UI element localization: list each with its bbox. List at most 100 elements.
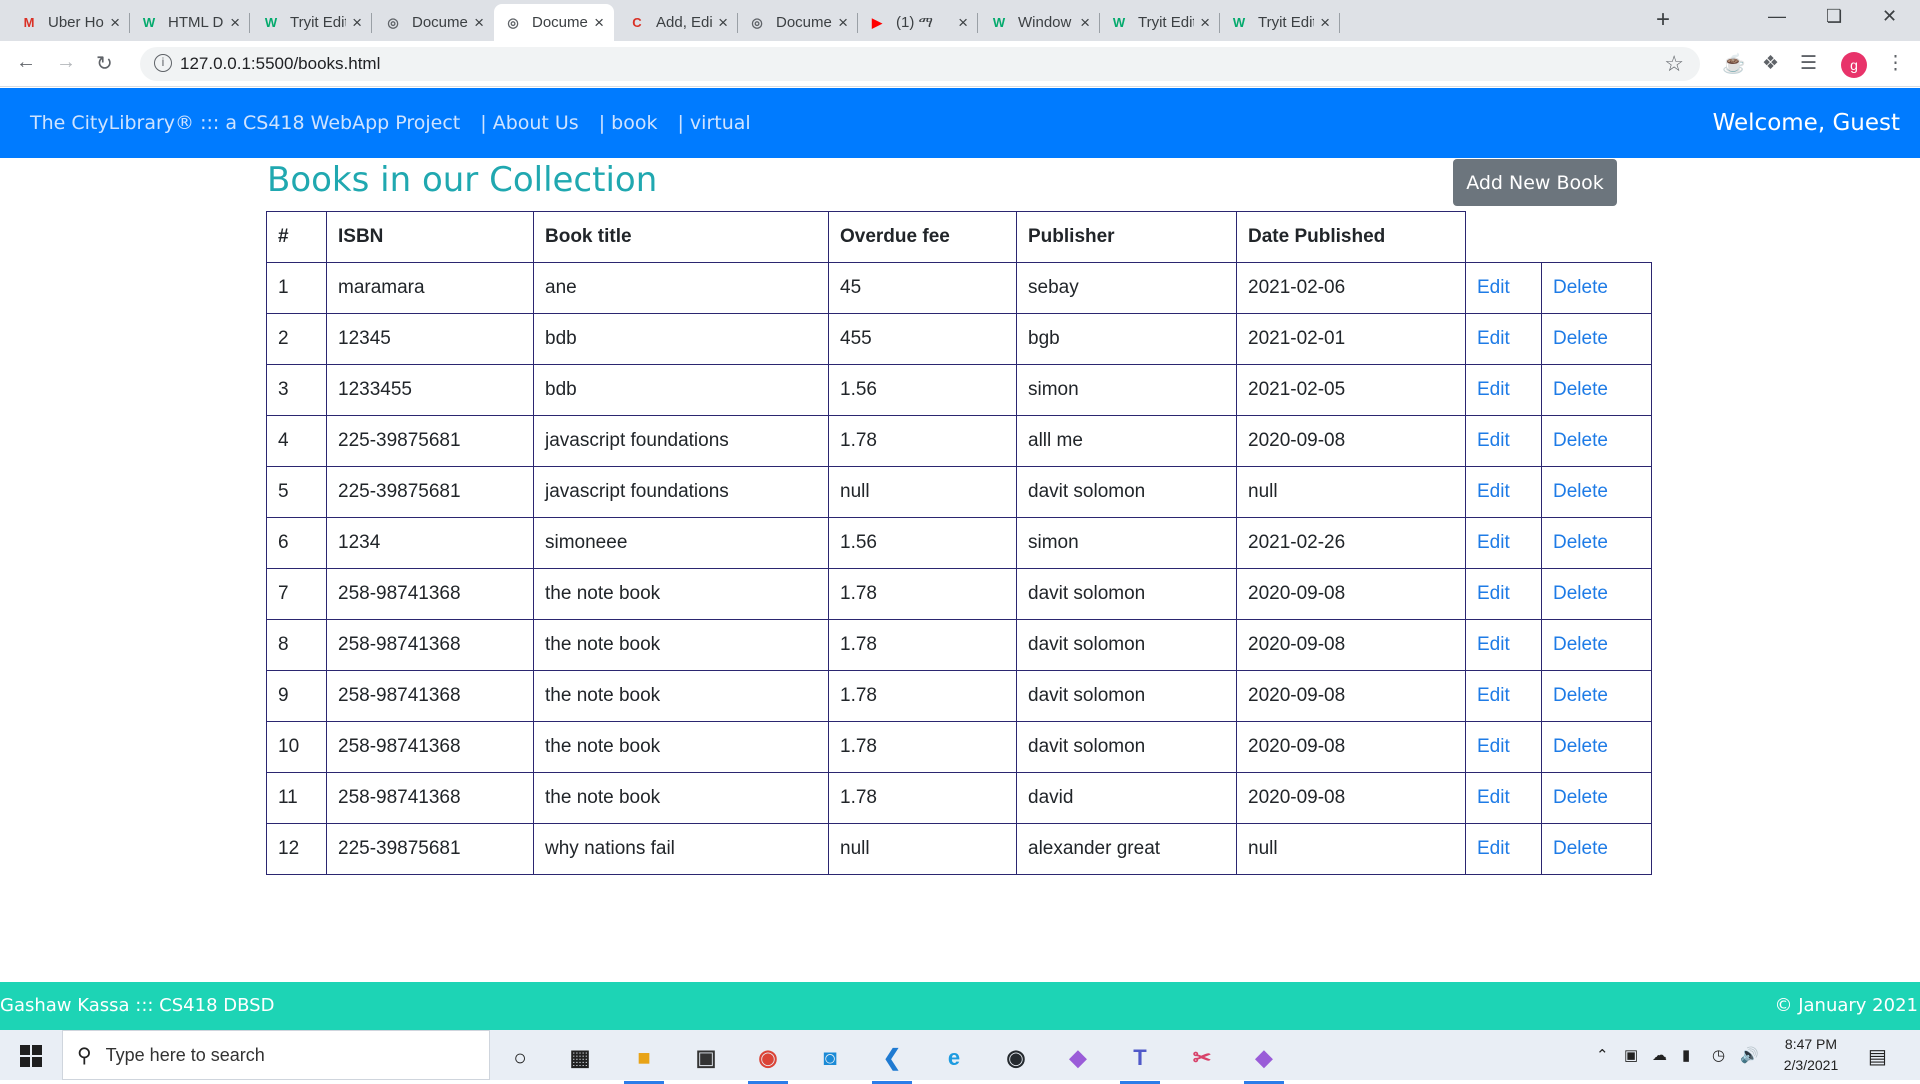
minimize-icon[interactable]: —	[1768, 6, 1786, 27]
chrome-icon[interactable]: ◉	[744, 1038, 792, 1084]
delete-link[interactable]: Delete	[1541, 772, 1652, 824]
teams-icon[interactable]: T	[1116, 1038, 1164, 1084]
cell-title: ane	[533, 262, 829, 314]
edge-icon[interactable]: ◙	[806, 1038, 854, 1078]
close-tab-icon[interactable]: ×	[1320, 13, 1330, 33]
volume-icon[interactable]: 🔊	[1740, 1046, 1759, 1064]
close-tab-icon[interactable]: ×	[230, 13, 240, 33]
cell-isbn: 225-39875681	[326, 415, 534, 467]
browser-tab[interactable]: W Tryit Editor ×	[252, 4, 372, 41]
delete-link[interactable]: Delete	[1541, 415, 1652, 467]
new-tab-plus-icon[interactable]: +	[1656, 6, 1670, 34]
edit-link[interactable]: Edit	[1465, 619, 1542, 671]
browser-tab[interactable]: W HTML DOM ×	[130, 4, 250, 41]
extension-cup-icon[interactable]: ☕	[1722, 52, 1746, 76]
edit-link[interactable]: Edit	[1465, 364, 1542, 416]
site-info-icon[interactable]: i	[154, 54, 172, 72]
nav-link-about[interactable]: | About Us	[480, 112, 578, 134]
edit-link[interactable]: Edit	[1465, 670, 1542, 722]
app-diamond-icon[interactable]: ◆	[1054, 1038, 1102, 1078]
forward-arrow-icon[interactable]: →	[56, 51, 76, 74]
brand-link[interactable]: The CityLibrary® ::: a CS418 WebApp Proj…	[30, 112, 460, 134]
browser-tab[interactable]: M Uber Hold ×	[10, 4, 130, 41]
close-tab-icon[interactable]: ×	[110, 13, 120, 33]
close-tab-icon[interactable]: ×	[958, 13, 968, 33]
delete-link[interactable]: Delete	[1541, 517, 1652, 569]
delete-link[interactable]: Delete	[1541, 823, 1652, 875]
browser-tab[interactable]: W Window o ×	[980, 4, 1100, 41]
edit-link[interactable]: Edit	[1465, 721, 1542, 773]
browser-tab-active[interactable]: ◎ Document ×	[494, 4, 614, 41]
github-icon[interactable]: ◉	[992, 1038, 1040, 1078]
cortana-circle-icon[interactable]: ○	[496, 1038, 544, 1078]
internet-explorer-icon[interactable]: e	[930, 1038, 978, 1078]
browser-tab[interactable]: W Tryit Edito ×	[1100, 4, 1220, 41]
app-diamond-2-icon[interactable]: ◆	[1240, 1038, 1288, 1084]
cell-publisher: davit solomon	[1016, 721, 1237, 773]
tab-title: Document	[532, 14, 588, 31]
taskbar-search-box[interactable]: ⚲ Type here to search	[62, 1030, 490, 1080]
edit-link[interactable]: Edit	[1465, 772, 1542, 824]
browser-tab[interactable]: ◎ Document ×	[738, 4, 858, 41]
cell-title: bdb	[533, 364, 829, 416]
nav-link-virtual[interactable]: | virtual	[677, 112, 750, 134]
bookmark-star-icon[interactable]: ☆	[1664, 51, 1684, 77]
task-view-icon[interactable]: ▦	[556, 1038, 604, 1078]
clock-date: 2/3/2021	[1783, 1057, 1839, 1073]
tab-separator	[371, 13, 372, 33]
vscode-icon[interactable]: ❮	[868, 1038, 916, 1084]
delete-link[interactable]: Delete	[1541, 262, 1652, 314]
edit-link[interactable]: Edit	[1465, 415, 1542, 467]
delete-link[interactable]: Delete	[1541, 568, 1652, 620]
edit-link[interactable]: Edit	[1465, 823, 1542, 875]
close-tab-icon[interactable]: ×	[352, 13, 362, 33]
edit-link[interactable]: Edit	[1465, 466, 1542, 518]
windows-start-icon[interactable]	[20, 1045, 42, 1067]
browser-tab[interactable]: ◎ Document ×	[374, 4, 494, 41]
edit-link[interactable]: Edit	[1465, 262, 1542, 314]
delete-link[interactable]: Delete	[1541, 619, 1652, 671]
snip-tool-icon[interactable]: ✂	[1178, 1038, 1226, 1078]
edit-link[interactable]: Edit	[1465, 517, 1542, 569]
delete-link[interactable]: Delete	[1541, 721, 1652, 773]
restore-icon[interactable]: ❏	[1826, 6, 1842, 27]
delete-link[interactable]: Delete	[1541, 364, 1652, 416]
close-tab-icon[interactable]: ×	[718, 13, 728, 33]
cell-isbn: 225-39875681	[326, 823, 534, 875]
file-explorer-icon[interactable]: ■	[620, 1038, 668, 1084]
tray-chevron-icon[interactable]: ⌃	[1596, 1046, 1609, 1064]
add-new-book-button[interactable]: Add New Book	[1453, 159, 1617, 206]
notifications-icon[interactable]: ▤	[1868, 1044, 1887, 1069]
onedrive-cloud-icon[interactable]: ☁	[1652, 1046, 1667, 1064]
address-bar[interactable]: i 127.0.0.1:5500/books.html ☆	[140, 47, 1700, 81]
reload-icon[interactable]: ↻	[96, 51, 113, 76]
close-tab-icon[interactable]: ×	[474, 13, 484, 33]
browser-tab[interactable]: W Tryit Edito ×	[1220, 4, 1340, 41]
profile-avatar[interactable]: g	[1841, 52, 1867, 78]
delete-link[interactable]: Delete	[1541, 313, 1652, 365]
close-window-icon[interactable]: ✕	[1882, 6, 1897, 27]
close-tab-icon[interactable]: ×	[1200, 13, 1210, 33]
edit-link[interactable]: Edit	[1465, 313, 1542, 365]
browser-tab[interactable]: C Add, Edit ×	[618, 4, 738, 41]
tray-device-icon[interactable]: ▣	[1624, 1046, 1638, 1064]
nav-link-book[interactable]: | book	[599, 112, 658, 134]
delete-link[interactable]: Delete	[1541, 670, 1652, 722]
close-tab-icon[interactable]: ×	[594, 13, 604, 33]
cell-title: the note book	[533, 721, 829, 773]
media-queue-icon[interactable]: ☰	[1800, 52, 1817, 75]
close-tab-icon[interactable]: ×	[1080, 13, 1090, 33]
cell-date: 2020-09-08	[1236, 772, 1466, 824]
back-arrow-icon[interactable]: ←	[16, 51, 36, 74]
browser-tab[interactable]: ▶ (1) ማ ×	[858, 4, 978, 41]
extensions-puzzle-icon[interactable]: ❖	[1762, 52, 1779, 75]
battery-icon[interactable]: ▮	[1682, 1046, 1690, 1064]
taskbar-clock[interactable]: 8:47 PM 2/3/2021	[1776, 1034, 1846, 1076]
close-tab-icon[interactable]: ×	[838, 13, 848, 33]
delete-link[interactable]: Delete	[1541, 466, 1652, 518]
edit-link[interactable]: Edit	[1465, 568, 1542, 620]
menu-kebab-icon[interactable]: ⋮	[1886, 52, 1905, 75]
wifi-icon[interactable]: ◷	[1712, 1046, 1725, 1064]
cell-fee: 45	[828, 262, 1017, 314]
store-bag-icon[interactable]: ▣	[682, 1038, 730, 1078]
